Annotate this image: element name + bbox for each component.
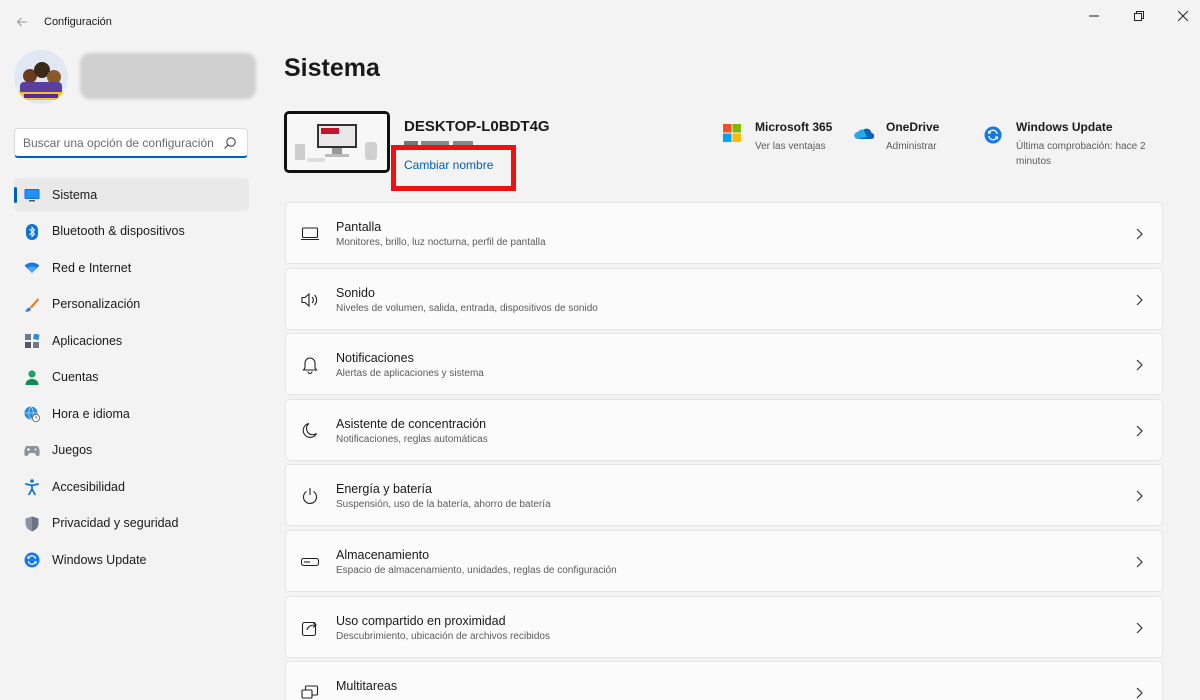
sidebar-item-windows-update[interactable]: Windows Update [14, 543, 249, 576]
multitask-icon [301, 684, 319, 700]
globe-clock-icon [24, 406, 40, 422]
card-subtitle: Notificaciones, reglas automáticas [336, 433, 488, 445]
search-icon[interactable] [223, 136, 237, 150]
chevron-right-icon [1134, 621, 1144, 633]
sidebar-item-label: Sistema [52, 187, 98, 202]
card-title: Almacenamiento [336, 547, 430, 562]
sidebar-item-label: Aplicaciones [52, 333, 123, 348]
shield-icon [24, 516, 40, 532]
sidebar-item-label: Hora e idioma [52, 406, 130, 421]
quick-link-subtitle: Administrar [886, 141, 937, 152]
close-icon[interactable] [1168, 6, 1198, 26]
chevron-right-icon [1134, 424, 1144, 437]
microsoft-logo-icon [723, 124, 741, 142]
user-name-blurred [80, 53, 256, 99]
quick-link-title: Windows Update [1016, 120, 1113, 134]
app-title: Configuración [44, 16, 112, 28]
moon-icon [301, 422, 319, 440]
settings-card-sonido[interactable]: Sonido Niveles de volumen, salida, entra… [285, 267, 1163, 330]
quick-link-subtitle: Última comprobación: hace 2 minutos [1016, 141, 1146, 167]
person-icon [24, 370, 40, 386]
restore-icon[interactable] [1124, 6, 1154, 26]
search-box[interactable] [14, 128, 248, 158]
sidebar-item-sistema[interactable]: Sistema [14, 178, 249, 211]
chevron-right-icon [1134, 227, 1144, 240]
sidebar-item-juegos[interactable]: Juegos [14, 434, 249, 467]
page-title: Sistema [284, 54, 380, 82]
monitor-icon [24, 187, 40, 203]
avatar [14, 50, 68, 104]
settings-card-multitareas[interactable]: Multitareas [285, 661, 1163, 700]
chevron-right-icon [1134, 489, 1144, 502]
apps-icon [24, 333, 40, 349]
brush-icon [24, 297, 40, 313]
sidebar-item-aplicaciones[interactable]: Aplicaciones [14, 324, 249, 357]
wifi-icon [24, 260, 40, 276]
card-subtitle: Niveles de volumen, salida, entrada, dis… [336, 302, 598, 314]
gamepad-icon [24, 443, 40, 459]
sidebar-item-label: Personalización [52, 297, 141, 311]
chevron-right-icon [1134, 293, 1144, 306]
chevron-right-icon [1134, 555, 1144, 568]
card-subtitle: Monitores, brillo, luz nocturna, perfil … [336, 237, 546, 248]
quick-link-title: Microsoft 365 [755, 120, 833, 134]
accessibility-icon [24, 479, 40, 495]
search-input[interactable] [15, 135, 215, 150]
settings-card-almacenamiento[interactable]: Almacenamiento Espacio de almacenamiento… [285, 529, 1163, 592]
card-title: Notificaciones [336, 351, 414, 366]
sidebar-item-label: Accesibilidad [52, 479, 125, 494]
onedrive-cloud-icon [854, 126, 875, 144]
card-title: Uso compartido en proximidad [336, 613, 506, 628]
storage-icon [301, 553, 319, 571]
update-icon [24, 552, 40, 568]
power-icon [301, 487, 319, 505]
display-icon [301, 225, 319, 243]
sidebar-item-cuentas[interactable]: Cuentas [14, 361, 249, 394]
sidebar-item-label: Privacidad y seguridad [52, 516, 179, 530]
speaker-icon [301, 291, 319, 309]
minimize-icon[interactable] [1079, 6, 1109, 26]
bell-icon [301, 356, 319, 375]
sidebar-item-label: Cuentas [52, 370, 99, 384]
quick-link-subtitle: Ver las ventajas [755, 141, 826, 152]
sidebar-item-bluetooth[interactable]: Bluetooth & dispositivos [14, 215, 249, 248]
card-title: Sonido [336, 285, 375, 300]
card-subtitle: Suspensión, uso de la batería, ahorro de… [336, 499, 551, 511]
bluetooth-icon [24, 223, 40, 240]
chevron-right-icon [1134, 686, 1144, 699]
sidebar-item-label: Red e Internet [52, 260, 132, 275]
sidebar-item-label: Juegos [52, 443, 93, 457]
device-thumbnail [284, 111, 390, 173]
settings-card-energia[interactable]: Energía y batería Suspensión, uso de la … [285, 464, 1163, 527]
card-title: Energía y batería [336, 482, 432, 497]
quick-link-title: OneDrive [886, 120, 940, 134]
settings-card-uso-compartido[interactable]: Uso compartido en proximidad Descubrimie… [285, 595, 1163, 658]
windows-update-icon [984, 126, 1002, 144]
sidebar-item-red[interactable]: Red e Internet [14, 251, 249, 284]
chevron-right-icon [1134, 358, 1144, 371]
card-subtitle: Descubrimiento, ubicación de archivos re… [336, 630, 550, 642]
back-arrow-icon[interactable] [12, 12, 32, 32]
sidebar-item-label: Bluetooth & dispositivos [52, 224, 185, 238]
sidebar-nav: Sistema Bluetooth & dispositivos Red e I… [14, 178, 249, 580]
settings-card-notificaciones[interactable]: Notificaciones Alertas de aplicaciones y… [285, 333, 1163, 396]
settings-card-pantalla[interactable]: Pantalla Monitores, brillo, luz nocturna… [285, 202, 1163, 264]
card-subtitle: Alertas de aplicaciones y sistema [336, 368, 484, 380]
card-title: Asistente de concentración [336, 416, 487, 431]
title-bar: Configuración [0, 0, 1200, 44]
share-icon [301, 619, 319, 637]
device-name: DESKTOP-L0BDT4G [404, 118, 550, 135]
settings-list: Pantalla Monitores, brillo, luz nocturna… [285, 202, 1163, 700]
card-title: Multitareas [336, 679, 398, 694]
settings-card-concentracion[interactable]: Asistente de concentración Notificacione… [285, 398, 1163, 461]
sidebar-item-hora-idioma[interactable]: Hora e idioma [14, 397, 249, 430]
sidebar-item-accesibilidad[interactable]: Accesibilidad [14, 470, 249, 503]
rename-link[interactable]: Cambiar nombre [404, 158, 493, 172]
sidebar-item-label: Windows Update [52, 552, 147, 567]
card-title: Pantalla [336, 220, 382, 234]
sidebar-item-personalizacion[interactable]: Personalización [14, 288, 249, 321]
card-subtitle: Espacio de almacenamiento, unidades, reg… [336, 564, 617, 576]
sidebar-item-privacidad[interactable]: Privacidad y seguridad [14, 507, 249, 540]
